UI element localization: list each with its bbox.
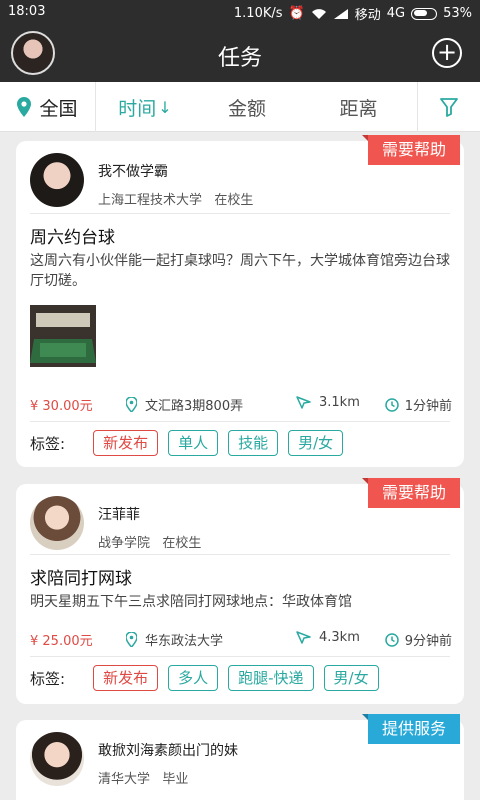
status-bar: 18:03 1.10K/s ⏰ 移动 4G 53% (0, 0, 480, 24)
tag-chip[interactable]: 跑腿-快递 (228, 665, 314, 691)
task-price: ¥ 30.00元 (30, 399, 93, 414)
divider (30, 554, 450, 555)
tag-chip[interactable]: 新发布 (93, 430, 159, 456)
navigation-icon (296, 631, 311, 644)
task-card[interactable]: 需要帮助 汪菲菲 战争学院 在校生 求陪同打网球 明天星期五下午三点求陪同打网球… (16, 478, 464, 704)
tag-chip[interactable]: 男/女 (288, 430, 344, 456)
task-card[interactable]: 提供服务 敢掀刘海素颜出门的妹 清华大学 毕业 (16, 714, 464, 800)
user-status: 在校生 (214, 193, 254, 208)
task-location: 文汇路3期800弄 (126, 395, 243, 414)
filter-button[interactable] (418, 82, 480, 132)
tag-row: 标签: 新发布 单人 技能 男/女 (30, 429, 344, 457)
clock-icon (384, 632, 399, 647)
signal-icon (333, 8, 348, 19)
time-text: 9分钟前 (404, 634, 452, 649)
task-time: 1分钟前 (384, 395, 452, 414)
alarm-icon: ⏰ (288, 6, 305, 21)
tag-chip[interactable]: 多人 (168, 665, 219, 691)
time-text: 1分钟前 (404, 399, 452, 414)
user-school-status: 清华大学 毕业 (98, 768, 188, 787)
app-bar: 任务 + (0, 24, 480, 82)
divider (30, 213, 450, 214)
task-price: ¥ 25.00元 (30, 634, 93, 649)
region-label: 全国 (39, 97, 78, 120)
tag-label: 标签: (30, 669, 66, 688)
location-text: 华东政法大学 (145, 634, 224, 649)
need-help-badge: 需要帮助 (361, 478, 460, 508)
task-card[interactable]: 需要帮助 我不做学霸 上海工程技术大学 在校生 周六约台球 这周六有小伙伴能一起… (16, 135, 464, 467)
task-location: 华东政法大学 (126, 630, 223, 649)
amount-sort-label: 金额 (227, 97, 266, 120)
user-name: 汪菲菲 (98, 507, 140, 523)
status-icons: 1.10K/s ⏰ 移动 4G 53% (234, 4, 472, 23)
tag-row: 标签: 新发布 多人 跑腿-快递 男/女 (30, 664, 379, 692)
network-type: 4G (386, 6, 406, 21)
funnel-icon (440, 98, 458, 117)
user-avatar[interactable] (30, 732, 84, 786)
task-description: 明天星期五下午三点求陪同打网球地点：华政体育馆 (30, 594, 352, 610)
task-distance: 4.3km (296, 630, 360, 645)
user-school-status: 上海工程技术大学 在校生 (98, 189, 253, 208)
task-title: 周六约台球 (30, 228, 115, 248)
location-text: 文汇路3期800弄 (145, 399, 244, 414)
distance-text: 3.1km (319, 395, 360, 410)
sort-by-distance-tab[interactable]: 距离 (300, 82, 418, 132)
task-title: 求陪同打网球 (30, 569, 132, 589)
user-avatar[interactable] (30, 496, 84, 550)
wifi-icon (311, 8, 326, 19)
distance-sort-label: 距离 (339, 97, 378, 120)
navigation-icon (296, 396, 311, 409)
user-status: 在校生 (162, 536, 202, 551)
task-photo[interactable] (30, 305, 96, 367)
divider (30, 656, 450, 657)
tag-label: 标签: (30, 434, 66, 453)
filter-bar: 全国 时间 ↓ 金额 距离 (0, 82, 480, 132)
battery-level: 53% (443, 6, 472, 21)
tag-chip[interactable]: 男/女 (323, 665, 379, 691)
location-pin-icon (17, 97, 32, 117)
task-time: 9分钟前 (384, 630, 452, 649)
user-school: 清华大学 (98, 772, 151, 787)
region-filter[interactable]: 全国 (0, 82, 96, 132)
status-time: 18:03 (8, 4, 46, 19)
carrier-name: 移动 (354, 8, 381, 23)
task-meta: ¥ 30.00元 文汇路3期800弄 3.1km 1分钟前 (30, 395, 452, 415)
network-speed: 1.10K/s (233, 6, 283, 21)
battery-icon (411, 7, 438, 20)
user-status: 毕业 (162, 772, 189, 787)
need-help-badge: 需要帮助 (361, 135, 460, 165)
user-avatar[interactable] (30, 153, 84, 207)
distance-text: 4.3km (319, 630, 360, 645)
time-sort-label: 时间 (118, 97, 157, 120)
user-school: 上海工程技术大学 (98, 193, 203, 208)
sort-by-amount-tab[interactable]: 金额 (194, 82, 300, 132)
sort-by-time-tab[interactable]: 时间 ↓ (96, 82, 194, 132)
tag-chip[interactable]: 单人 (168, 430, 219, 456)
task-description: 这周六有小伙伴能一起打桌球吗？周六下午，大学城体育馆旁边台球厅切磋。 (30, 253, 450, 289)
user-name: 我不做学霸 (98, 164, 168, 180)
divider (30, 421, 450, 422)
page-title: 任务 (217, 46, 262, 71)
tag-chip[interactable]: 新发布 (93, 665, 159, 691)
location-icon (126, 632, 137, 647)
provide-service-badge: 提供服务 (361, 714, 460, 744)
add-task-button[interactable]: + (432, 38, 462, 68)
user-school-status: 战争学院 在校生 (98, 532, 201, 551)
location-icon (126, 397, 137, 412)
clock-icon (384, 397, 399, 412)
user-name: 敢掀刘海素颜出门的妹 (98, 743, 238, 759)
sort-arrow-icon: ↓ (158, 97, 172, 117)
task-meta: ¥ 25.00元 华东政法大学 4.3km 9分钟前 (30, 630, 452, 650)
user-school: 战争学院 (98, 536, 151, 551)
tag-chip[interactable]: 技能 (228, 430, 279, 456)
task-distance: 3.1km (296, 395, 360, 410)
